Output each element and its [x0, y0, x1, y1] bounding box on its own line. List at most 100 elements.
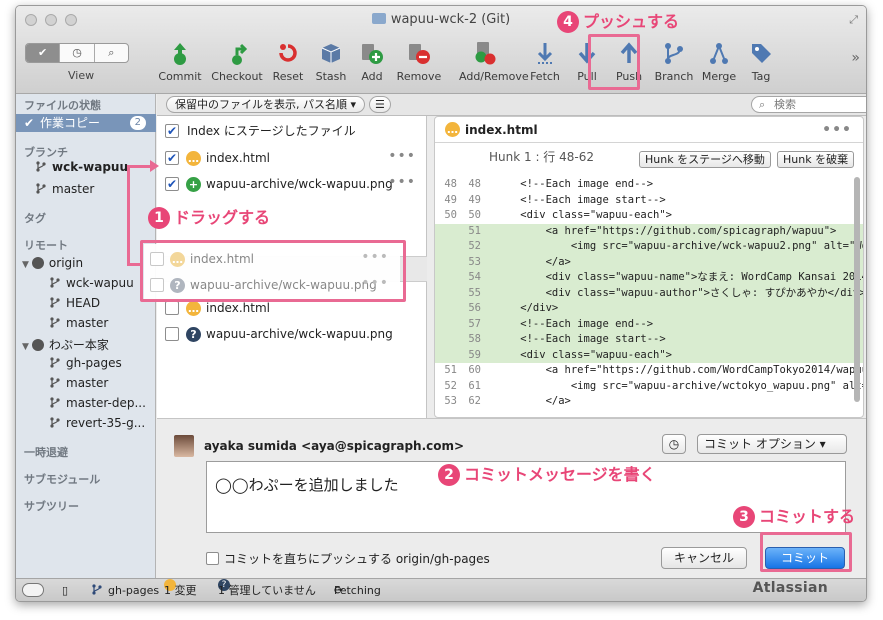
code-text: </div> — [495, 302, 559, 314]
diff-line-added[interactable]: 56 </div> — [435, 301, 863, 317]
diff-line-added[interactable]: 53 </a> — [435, 254, 863, 270]
annotation-drag-box — [140, 240, 406, 302]
diff-panel: … index.html ••• Hunk 1 : 行 48-62 Hunk をステ… — [434, 116, 864, 418]
old-line-number: 51 — [444, 364, 457, 376]
new-line-number: 50 — [468, 209, 481, 221]
toolbar-add-remove-button[interactable]: Add/Remove — [459, 40, 529, 83]
new-line-number: 59 — [468, 348, 481, 361]
sidebar-item-remote-branch[interactable]: gh-pages — [50, 356, 122, 370]
diff-line-added[interactable]: 58 <!--Each image start--> — [435, 332, 863, 348]
branch-label: wck-wapuu — [52, 160, 129, 174]
file-filter-dropdown[interactable]: 保留中のファイルを表示, パス名順 ▾ — [166, 96, 366, 113]
file-checkbox[interactable]: ✔ — [165, 151, 179, 165]
new-line-number: 57 — [468, 317, 481, 330]
file-checkbox[interactable] — [165, 301, 179, 315]
file-row[interactable]: ✔ + wapuu-archive/wck-wapuu.png ••• — [157, 171, 427, 197]
sidebar-toggle-icon[interactable] — [22, 583, 44, 597]
push-immediately-option[interactable]: コミットを直ちにプッシュする origin/gh-pages — [206, 550, 490, 567]
diff-line-added[interactable]: 54 <div class="wapuu-name">なまえ: WordCamp… — [435, 270, 863, 286]
list-view-icon[interactable]: ☰ — [369, 96, 391, 113]
file-row[interactable]: ? wapuu-archive/wck-wapuu.png — [157, 321, 427, 347]
sidebar-item-branch[interactable]: master — [36, 182, 94, 196]
more-icon[interactable]: ••• — [822, 117, 852, 143]
more-icon[interactable]: ••• — [388, 143, 416, 169]
diff-line-context[interactable]: 48 48 <!--Each image end--> — [435, 177, 863, 193]
view-segmented-control[interactable]: ✔ ◷ ⌕ — [25, 43, 129, 63]
new-line-number: 60 — [468, 364, 481, 376]
globe-icon — [31, 339, 44, 351]
sidebar-item-remote-branch[interactable]: revert-35-g... — [50, 416, 145, 430]
sidebar-item-remote-branch[interactable]: wck-wapuu — [50, 276, 134, 290]
toolbar-add-button[interactable]: Add — [346, 40, 398, 83]
folder-icon — [371, 13, 386, 24]
search-icon[interactable]: ⌕ — [95, 44, 128, 62]
status-branch-label: gh-pages — [108, 584, 160, 597]
diff-line-context[interactable]: 50 50 <div class="wapuu-each"> — [435, 208, 863, 224]
stash-icon — [318, 40, 344, 66]
history-clock-icon[interactable]: ◷ — [662, 434, 686, 454]
more-icon[interactable]: ••• — [388, 169, 416, 195]
annotation-drag-line — [127, 263, 141, 266]
staged-all-checkbox[interactable]: ✔ — [165, 124, 179, 138]
toolbar-checkout-button[interactable]: Checkout — [211, 40, 263, 83]
branch-label: revert-35-g... — [66, 416, 146, 430]
file-name: wapuu-archive/wck-wapuu.png — [206, 177, 393, 191]
status-bar: ▯ gh-pages 1 変更 ? 1 管理していません ⟳ Fetching — [16, 578, 866, 601]
fullscreen-icon[interactable]: ⤢ — [849, 13, 858, 27]
checkout-icon — [224, 40, 250, 66]
sidebar-item-remote-branch[interactable]: HEAD — [50, 296, 100, 310]
file-row[interactable]: ✔ … index.html ••• — [157, 145, 427, 171]
sidebar-item-working-copy[interactable]: ✔ 作業コピー 2 — [16, 114, 156, 132]
modified-status-icon: … — [186, 151, 201, 166]
diff-line-added[interactable]: 52 <img src="wapuu-archive/wck-wapuu2.pn… — [435, 239, 863, 255]
document-icon: ▯ — [62, 584, 69, 597]
staged-header[interactable]: ✔ Index にステージしたファイル — [157, 118, 427, 144]
checkmark-icon[interactable]: ✔ — [26, 44, 61, 62]
code-text: </a> — [495, 395, 571, 407]
remove-icon — [406, 40, 432, 66]
diff-line-context[interactable]: 49 49 <!--Each image start--> — [435, 193, 863, 209]
search-input[interactable]: ⌕ 検索 — [751, 96, 866, 113]
diff-line-added[interactable]: 57 <!--Each image end--> — [435, 316, 863, 332]
diff-line-context[interactable]: 51 60 <a href="https://github.com/WordCam… — [435, 363, 863, 379]
sidebar-item-branch-current[interactable]: wck-wapuu — [36, 160, 128, 174]
sidebar-item-remote-wapuu[interactable]: ▼ わぷー本家 — [22, 336, 109, 353]
branch-icon — [50, 277, 60, 288]
toolbar-remove-button[interactable]: Remove — [393, 40, 445, 83]
stage-hunk-button[interactable]: Hunk をステージへ移動 — [639, 151, 771, 168]
sidebar-item-remote-branch[interactable]: master-dep... — [50, 396, 146, 410]
commit-message-text: ◯◯わぷーを追加しました — [215, 476, 399, 494]
disclosure-triangle-icon[interactable]: ▼ — [22, 260, 29, 270]
annotation-commit-text: コミットする — [759, 507, 856, 526]
sidebar-item-remote-origin[interactable]: ▼ origin — [22, 256, 83, 270]
diff-scrollbar[interactable] — [854, 177, 860, 402]
cancel-button[interactable]: キャンセル — [661, 547, 747, 569]
diff-line-added[interactable]: 55 <div class="wapuu-author">さくしゃ: すぴかあや… — [435, 285, 863, 301]
sidebar-item-remote-branch[interactable]: master — [50, 316, 108, 330]
branch-label: wck-wapuu — [66, 276, 134, 290]
branches-header: ブランチ — [24, 146, 68, 159]
diff-line-added[interactable]: 51 <a href="https://github.com/spicagrap… — [435, 223, 863, 239]
toolbar-tag-button[interactable]: Tag — [735, 40, 787, 83]
annotation-number: 3 — [733, 506, 755, 528]
discard-hunk-button[interactable]: Hunk を破棄 — [777, 151, 855, 168]
disclosure-triangle-icon[interactable]: ▼ — [22, 342, 29, 352]
code-text: <a href="https://github.com/WordCampToky… — [495, 364, 864, 376]
toolbar-commit-button[interactable]: Commit — [154, 40, 206, 83]
annotation-drag: 1 ドラッグする — [148, 204, 270, 229]
commit-options-dropdown[interactable]: コミット オプション ▾ — [697, 434, 847, 454]
new-line-number: 48 — [468, 178, 481, 190]
file-checkbox[interactable] — [165, 327, 179, 341]
history-icon[interactable]: ◷ — [60, 44, 95, 62]
new-line-number: 61 — [468, 379, 481, 392]
diff-line-context[interactable]: 52 61 <img src="wapuu-archive/wctokyo_wap… — [435, 379, 863, 395]
toolbar-overflow-icon[interactable]: » — [851, 50, 860, 66]
toolbar-button-label: Add — [361, 70, 383, 83]
branch-label: master — [66, 376, 109, 390]
diff-line-added[interactable]: 59 <div class="wapuu-each"> — [435, 347, 863, 363]
file-name: wapuu-archive/wck-wapuu.png — [206, 327, 393, 341]
diff-line-context[interactable]: 53 62 </a> — [435, 394, 863, 410]
file-checkbox[interactable]: ✔ — [165, 177, 179, 191]
sidebar-item-remote-branch[interactable]: master — [50, 376, 108, 390]
push-immediately-checkbox[interactable] — [206, 552, 219, 565]
